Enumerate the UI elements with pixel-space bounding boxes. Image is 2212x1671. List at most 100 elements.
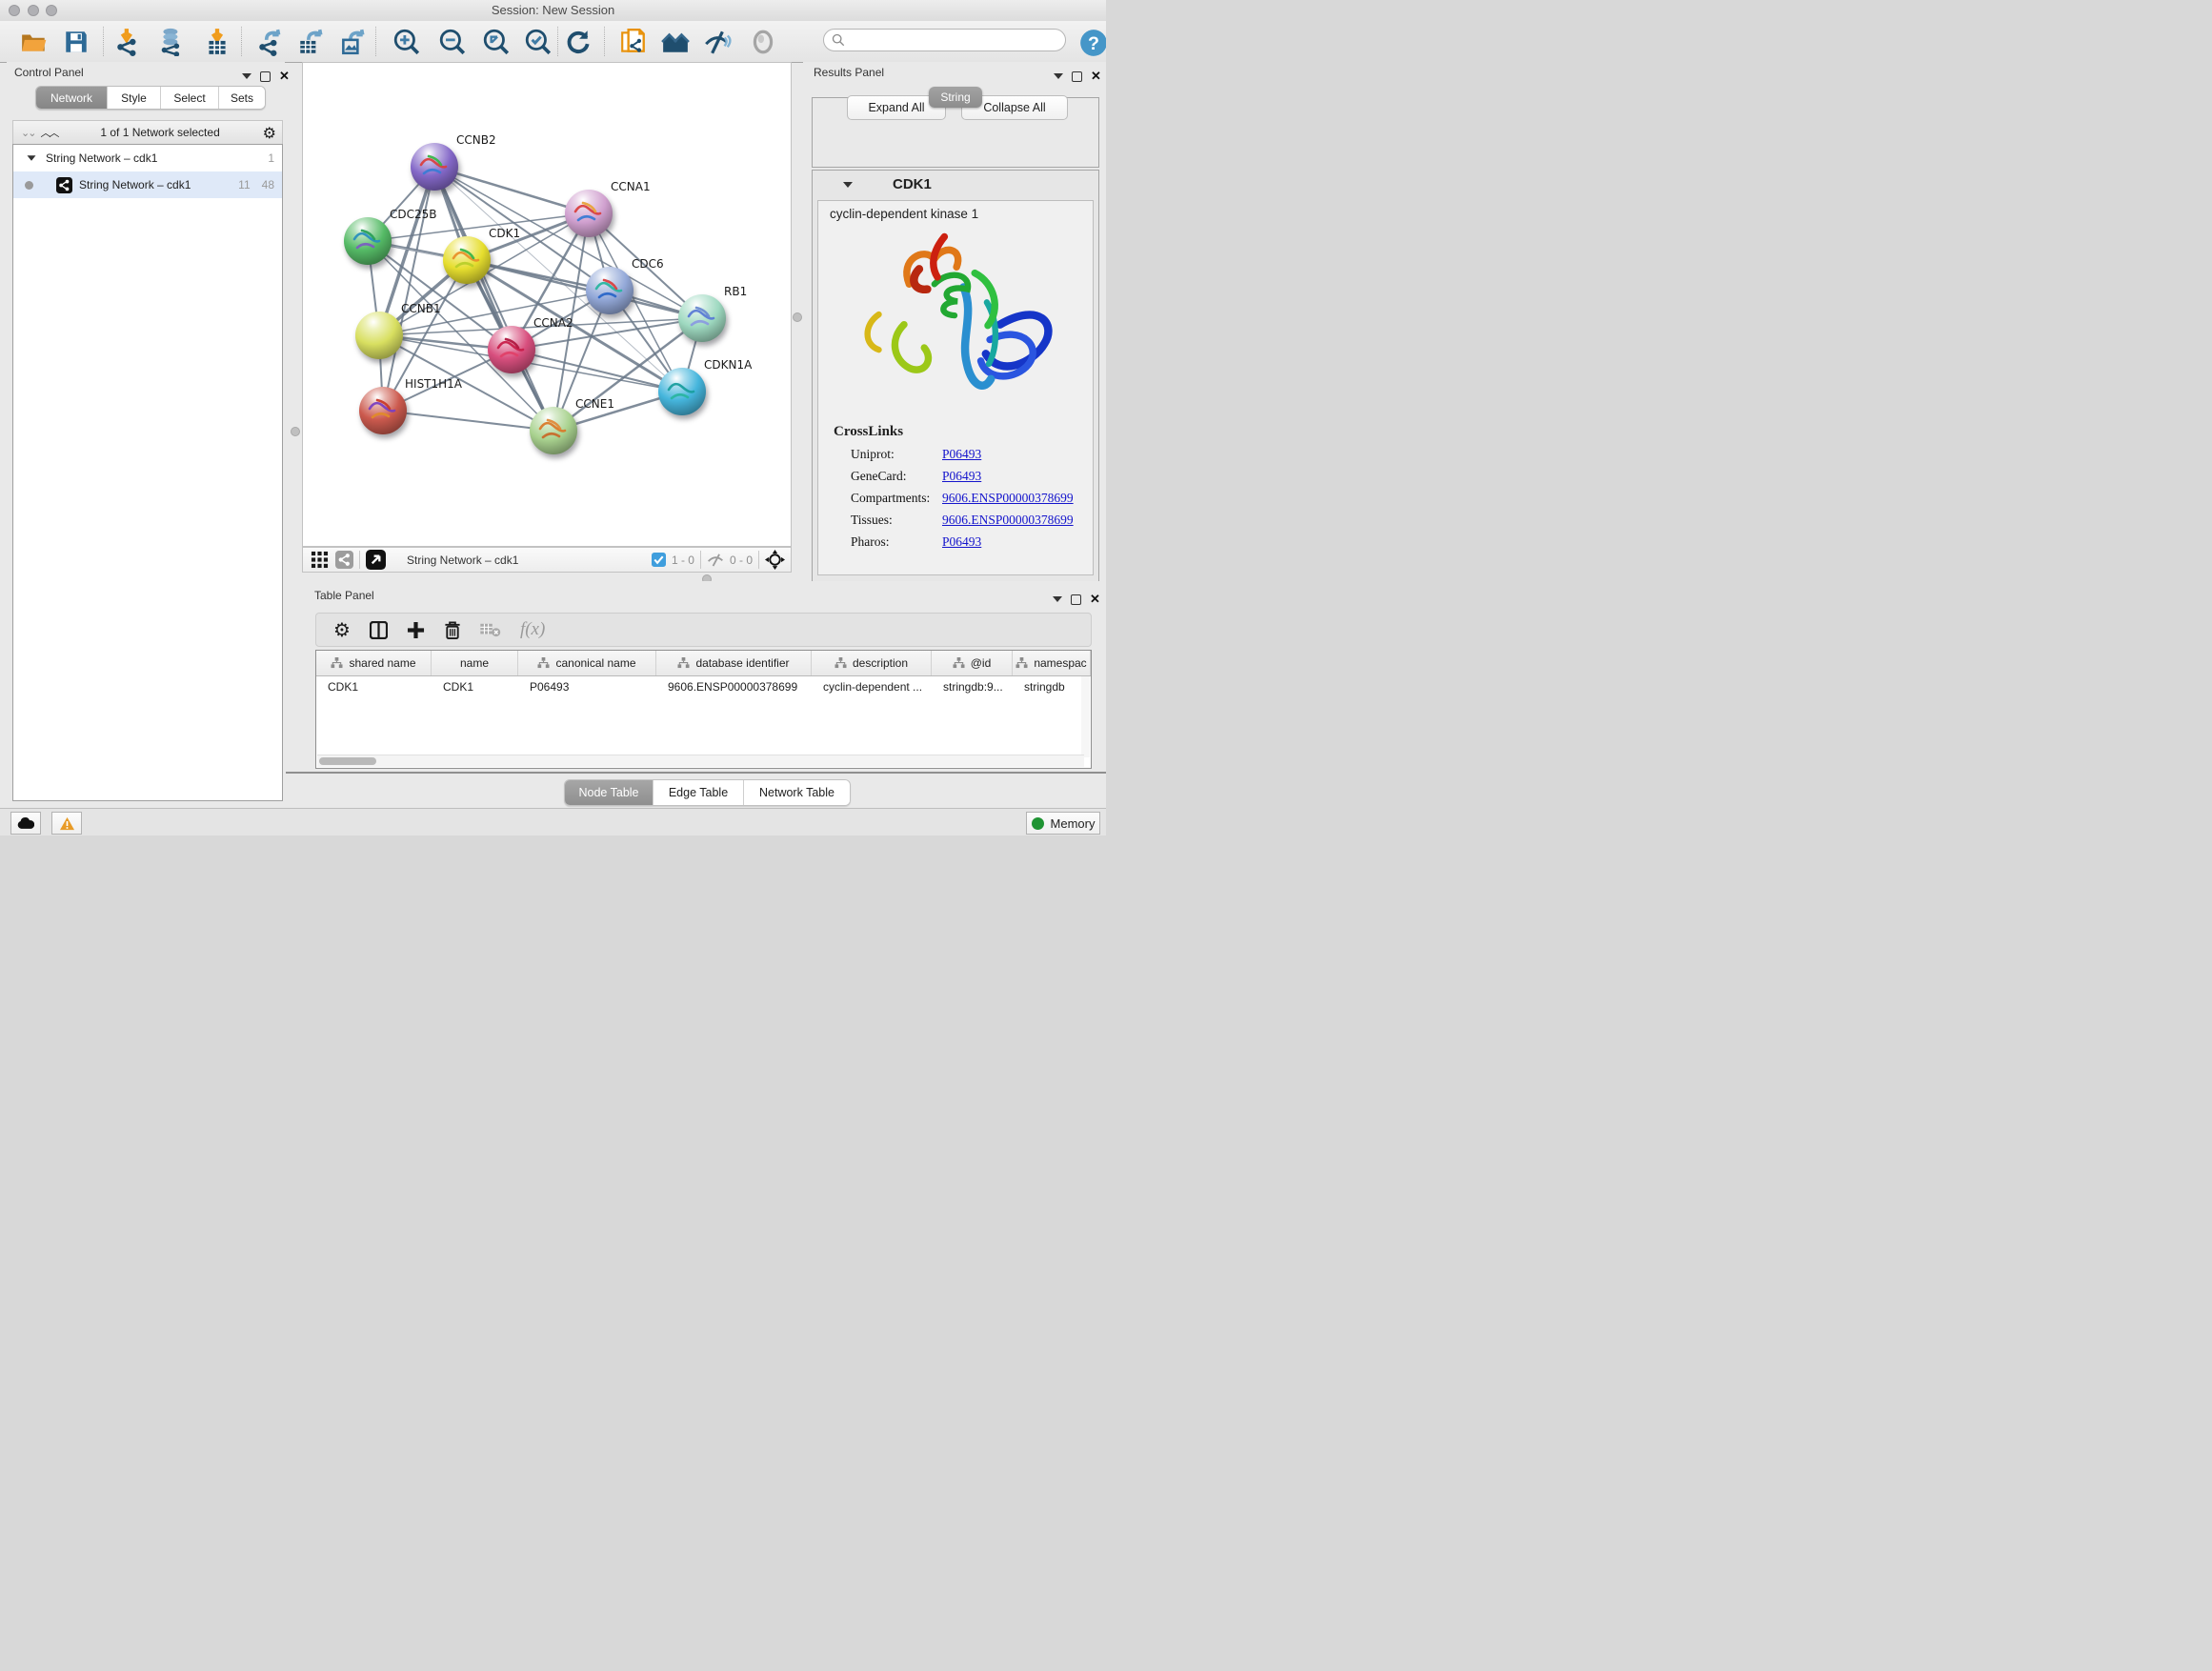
column-header-shared-name[interactable]: shared name xyxy=(316,651,432,675)
home-networks-icon[interactable] xyxy=(661,28,690,56)
network-node[interactable]: CCNA1 xyxy=(565,180,651,237)
clone-network-icon[interactable] xyxy=(619,28,648,56)
create-column-plus-icon[interactable] xyxy=(407,621,425,639)
zoom-out-icon[interactable] xyxy=(438,28,467,56)
expand-all-networks-icon[interactable]: ︿︿ xyxy=(40,125,57,140)
network-edge[interactable] xyxy=(467,260,702,318)
panel-menu-icon[interactable] xyxy=(1054,73,1063,79)
panel-float-icon[interactable] xyxy=(260,71,271,82)
birds-eye-grid-icon[interactable] xyxy=(311,551,329,569)
refresh-icon[interactable] xyxy=(564,28,593,56)
column-header-description[interactable]: description xyxy=(812,651,932,675)
memory-button[interactable]: Memory xyxy=(1026,812,1100,835)
collection-expand-icon[interactable] xyxy=(28,155,36,160)
table-vertical-scrollbar[interactable] xyxy=(1081,676,1090,757)
network-edge-count: 48 xyxy=(262,178,274,191)
import-table-icon[interactable] xyxy=(203,28,231,56)
export-network-icon[interactable] xyxy=(256,28,285,56)
export-image-icon[interactable] xyxy=(338,28,367,56)
table-cell[interactable]: 9606.ENSP00000378699 xyxy=(656,676,812,697)
network-edge[interactable] xyxy=(383,167,434,411)
panel-close-icon[interactable]: ✕ xyxy=(1091,69,1101,84)
panel-close-icon[interactable]: ✕ xyxy=(1090,592,1100,607)
cloud-status-button[interactable] xyxy=(10,812,41,835)
column-header-namespac[interactable]: namespac xyxy=(1013,651,1091,675)
tab-node-table[interactable]: Node Table xyxy=(565,780,654,805)
table-cell[interactable]: CDK1 xyxy=(432,676,518,697)
network-edge[interactable] xyxy=(383,411,553,431)
network-edge[interactable] xyxy=(434,167,553,431)
column-header--id[interactable]: @id xyxy=(932,651,1013,675)
table-cell[interactable]: stringdb:9... xyxy=(932,676,1013,697)
selected-checkbox-icon[interactable] xyxy=(652,553,666,567)
import-network-icon[interactable] xyxy=(114,28,143,56)
panel-float-icon[interactable] xyxy=(1072,71,1082,82)
panel-float-icon[interactable] xyxy=(1071,594,1081,605)
panel-menu-icon[interactable] xyxy=(1053,596,1062,602)
save-session-icon[interactable] xyxy=(62,28,90,56)
delete-column-trash-icon[interactable] xyxy=(444,621,461,639)
help-icon[interactable]: ? xyxy=(1079,29,1106,57)
panel-menu-icon[interactable] xyxy=(242,73,251,79)
scrollbar-thumb[interactable] xyxy=(319,757,376,765)
search-box[interactable] xyxy=(823,29,1066,51)
protein-collapse-icon[interactable] xyxy=(843,182,853,188)
column-header-database-identifier[interactable]: database identifier xyxy=(656,651,812,675)
column-header-canonical-name[interactable]: canonical name xyxy=(518,651,656,675)
crosslink-link[interactable]: 9606.ENSP00000378699 xyxy=(942,491,1074,506)
network-node[interactable]: CDC25B xyxy=(344,208,437,265)
network-graph[interactable]: CCNB2CCNA1CDC25BCDK1CDC6RB1CCNB1CCNA2CDK… xyxy=(303,63,791,546)
crosslink-link[interactable]: P06493 xyxy=(942,469,981,484)
tab-network[interactable]: Network xyxy=(36,87,108,109)
table-cell[interactable]: stringdb xyxy=(1013,676,1091,697)
tab-style[interactable]: Style xyxy=(108,87,161,109)
export-table-icon[interactable] xyxy=(296,28,325,56)
table-body: CDK1CDK1P064939606.ENSP00000378699cyclin… xyxy=(316,676,1091,697)
hide-panel-eye-icon[interactable] xyxy=(703,28,732,56)
crosslink-link[interactable]: 9606.ENSP00000378699 xyxy=(942,513,1074,528)
import-network-from-database-icon[interactable] xyxy=(157,28,186,56)
table-cell[interactable]: cyclin-dependent ... xyxy=(812,676,932,697)
zoom-selected-icon[interactable] xyxy=(524,28,553,56)
tab-network-table[interactable]: Network Table xyxy=(744,780,850,805)
table-options-gear-icon[interactable]: ⚙ xyxy=(333,618,351,641)
tab-edge-table[interactable]: Edge Table xyxy=(654,780,744,805)
crosslink-label: GeneCard: xyxy=(851,469,942,484)
open-in-new-window-icon[interactable] xyxy=(366,550,386,570)
table-cell[interactable]: P06493 xyxy=(518,676,656,697)
fit-selection-crosshair-icon[interactable] xyxy=(765,550,785,570)
network-canvas[interactable]: CCNB2CCNA1CDC25BCDK1CDC6RB1CCNB1CCNA2CDK… xyxy=(302,62,792,547)
table-cell[interactable]: CDK1 xyxy=(316,676,432,697)
collapse-all-networks-icon[interactable]: ⌄⌄ xyxy=(21,127,34,139)
network-row-selected[interactable]: String Network – cdk1 11 48 xyxy=(13,171,282,198)
cloud-icon xyxy=(17,817,34,830)
zoom-in-icon[interactable] xyxy=(392,28,421,56)
network-collection-row[interactable]: String Network – cdk1 1 xyxy=(13,145,282,171)
network-node[interactable]: CDKN1A xyxy=(658,358,753,415)
right-splitter-handle[interactable] xyxy=(793,312,802,322)
table-row[interactable]: CDK1CDK1P064939606.ENSP00000378699cyclin… xyxy=(316,676,1091,697)
network-edge[interactable] xyxy=(434,167,589,213)
panel-close-icon[interactable]: ✕ xyxy=(279,69,290,84)
crosslink-link[interactable]: P06493 xyxy=(942,534,981,550)
tab-select[interactable]: Select xyxy=(161,87,219,109)
column-header-name[interactable]: name xyxy=(432,651,518,675)
network-node[interactable]: RB1 xyxy=(678,285,747,342)
open-session-icon[interactable] xyxy=(20,28,49,56)
zoom-fit-icon[interactable] xyxy=(482,28,511,56)
column-tree-icon xyxy=(537,657,550,669)
network-options-gear-icon[interactable]: ⚙ xyxy=(263,124,276,142)
show-panel-eye-icon-disabled[interactable] xyxy=(749,28,777,56)
network-share-icon-disabled[interactable] xyxy=(335,551,353,569)
network-node[interactable]: CDK1 xyxy=(443,227,520,284)
crosslink-link[interactable]: P06493 xyxy=(942,447,981,462)
tab-string[interactable]: String xyxy=(929,87,982,108)
left-splitter-handle[interactable] xyxy=(291,427,300,436)
warnings-button[interactable] xyxy=(51,812,82,835)
show-columns-icon[interactable] xyxy=(370,621,388,639)
hidden-count: 0 - 0 xyxy=(730,554,753,567)
table-horizontal-scrollbar[interactable] xyxy=(317,755,1084,767)
network-node[interactable]: HIST1H1A xyxy=(359,377,463,434)
tab-sets[interactable]: Sets xyxy=(219,87,265,109)
search-input[interactable] xyxy=(845,32,1039,48)
